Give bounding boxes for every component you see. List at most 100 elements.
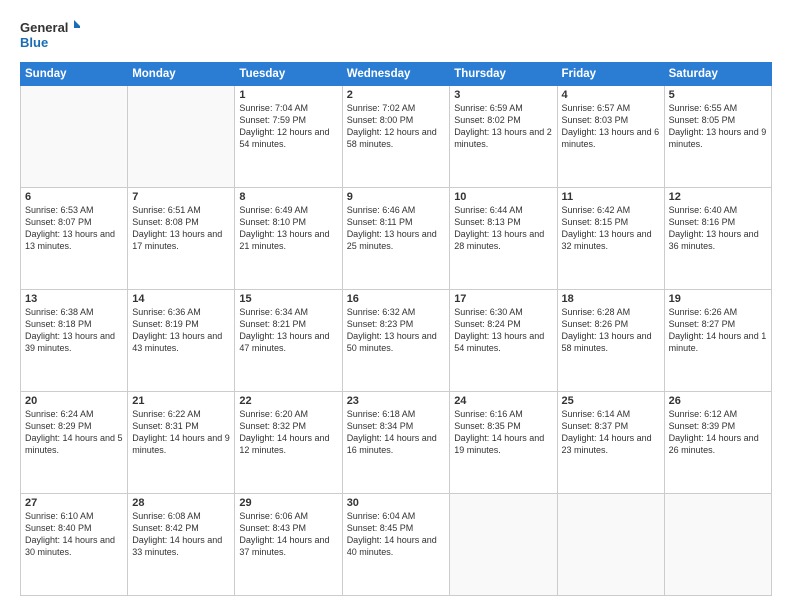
calendar-cell: [557, 494, 664, 596]
calendar-cell: 11Sunrise: 6:42 AM Sunset: 8:15 PM Dayli…: [557, 188, 664, 290]
day-number: 6: [25, 191, 123, 203]
calendar-cell: 14Sunrise: 6:36 AM Sunset: 8:19 PM Dayli…: [128, 290, 235, 392]
calendar-cell: 1Sunrise: 7:04 AM Sunset: 7:59 PM Daylig…: [235, 86, 342, 188]
calendar-week-row: 1Sunrise: 7:04 AM Sunset: 7:59 PM Daylig…: [21, 86, 772, 188]
day-number: 16: [347, 293, 446, 305]
day-info: Sunrise: 6:08 AM Sunset: 8:42 PM Dayligh…: [132, 510, 230, 559]
day-number: 11: [562, 191, 660, 203]
calendar-cell: 27Sunrise: 6:10 AM Sunset: 8:40 PM Dayli…: [21, 494, 128, 596]
day-of-week-header: Sunday: [21, 63, 128, 86]
day-of-week-header: Thursday: [450, 63, 557, 86]
day-number: 13: [25, 293, 123, 305]
day-number: 27: [25, 497, 123, 509]
day-of-week-header: Monday: [128, 63, 235, 86]
day-info: Sunrise: 6:12 AM Sunset: 8:39 PM Dayligh…: [669, 408, 767, 457]
day-info: Sunrise: 6:46 AM Sunset: 8:11 PM Dayligh…: [347, 204, 446, 253]
calendar-cell: 7Sunrise: 6:51 AM Sunset: 8:08 PM Daylig…: [128, 188, 235, 290]
day-number: 28: [132, 497, 230, 509]
day-of-week-header: Friday: [557, 63, 664, 86]
day-number: 14: [132, 293, 230, 305]
day-number: 5: [669, 89, 767, 101]
calendar-cell: [21, 86, 128, 188]
day-info: Sunrise: 6:24 AM Sunset: 8:29 PM Dayligh…: [25, 408, 123, 457]
day-info: Sunrise: 6:59 AM Sunset: 8:02 PM Dayligh…: [454, 102, 552, 151]
day-number: 22: [239, 395, 337, 407]
day-number: 8: [239, 191, 337, 203]
day-info: Sunrise: 6:34 AM Sunset: 8:21 PM Dayligh…: [239, 306, 337, 355]
day-number: 10: [454, 191, 552, 203]
day-info: Sunrise: 6:28 AM Sunset: 8:26 PM Dayligh…: [562, 306, 660, 355]
calendar-cell: 15Sunrise: 6:34 AM Sunset: 8:21 PM Dayli…: [235, 290, 342, 392]
calendar-cell: 20Sunrise: 6:24 AM Sunset: 8:29 PM Dayli…: [21, 392, 128, 494]
calendar-cell: 24Sunrise: 6:16 AM Sunset: 8:35 PM Dayli…: [450, 392, 557, 494]
calendar-table: SundayMondayTuesdayWednesdayThursdayFrid…: [20, 62, 772, 596]
calendar-cell: 12Sunrise: 6:40 AM Sunset: 8:16 PM Dayli…: [664, 188, 771, 290]
day-of-week-header: Wednesday: [342, 63, 450, 86]
day-info: Sunrise: 6:22 AM Sunset: 8:31 PM Dayligh…: [132, 408, 230, 457]
day-info: Sunrise: 6:53 AM Sunset: 8:07 PM Dayligh…: [25, 204, 123, 253]
day-info: Sunrise: 6:51 AM Sunset: 8:08 PM Dayligh…: [132, 204, 230, 253]
day-info: Sunrise: 6:32 AM Sunset: 8:23 PM Dayligh…: [347, 306, 446, 355]
day-info: Sunrise: 6:18 AM Sunset: 8:34 PM Dayligh…: [347, 408, 446, 457]
header: General Blue: [20, 16, 772, 52]
day-info: Sunrise: 7:02 AM Sunset: 8:00 PM Dayligh…: [347, 102, 446, 151]
day-number: 19: [669, 293, 767, 305]
calendar-cell: 19Sunrise: 6:26 AM Sunset: 8:27 PM Dayli…: [664, 290, 771, 392]
day-info: Sunrise: 6:06 AM Sunset: 8:43 PM Dayligh…: [239, 510, 337, 559]
day-number: 3: [454, 89, 552, 101]
calendar-header-row: SundayMondayTuesdayWednesdayThursdayFrid…: [21, 63, 772, 86]
calendar-cell: 13Sunrise: 6:38 AM Sunset: 8:18 PM Dayli…: [21, 290, 128, 392]
svg-text:General: General: [20, 20, 68, 35]
day-info: Sunrise: 6:26 AM Sunset: 8:27 PM Dayligh…: [669, 306, 767, 355]
calendar-cell: 9Sunrise: 6:46 AM Sunset: 8:11 PM Daylig…: [342, 188, 450, 290]
day-number: 18: [562, 293, 660, 305]
day-info: Sunrise: 6:40 AM Sunset: 8:16 PM Dayligh…: [669, 204, 767, 253]
calendar-week-row: 13Sunrise: 6:38 AM Sunset: 8:18 PM Dayli…: [21, 290, 772, 392]
calendar-cell: 6Sunrise: 6:53 AM Sunset: 8:07 PM Daylig…: [21, 188, 128, 290]
day-number: 9: [347, 191, 446, 203]
day-number: 15: [239, 293, 337, 305]
logo-svg: General Blue: [20, 16, 80, 52]
day-number: 17: [454, 293, 552, 305]
day-info: Sunrise: 6:20 AM Sunset: 8:32 PM Dayligh…: [239, 408, 337, 457]
calendar-cell: 5Sunrise: 6:55 AM Sunset: 8:05 PM Daylig…: [664, 86, 771, 188]
day-info: Sunrise: 6:49 AM Sunset: 8:10 PM Dayligh…: [239, 204, 337, 253]
calendar-cell: 30Sunrise: 6:04 AM Sunset: 8:45 PM Dayli…: [342, 494, 450, 596]
calendar-cell: 21Sunrise: 6:22 AM Sunset: 8:31 PM Dayli…: [128, 392, 235, 494]
calendar-week-row: 20Sunrise: 6:24 AM Sunset: 8:29 PM Dayli…: [21, 392, 772, 494]
day-info: Sunrise: 6:04 AM Sunset: 8:45 PM Dayligh…: [347, 510, 446, 559]
day-number: 2: [347, 89, 446, 101]
calendar-cell: [664, 494, 771, 596]
calendar-cell: 2Sunrise: 7:02 AM Sunset: 8:00 PM Daylig…: [342, 86, 450, 188]
day-number: 24: [454, 395, 552, 407]
calendar-cell: 26Sunrise: 6:12 AM Sunset: 8:39 PM Dayli…: [664, 392, 771, 494]
calendar-cell: 18Sunrise: 6:28 AM Sunset: 8:26 PM Dayli…: [557, 290, 664, 392]
day-number: 1: [239, 89, 337, 101]
day-number: 29: [239, 497, 337, 509]
day-of-week-header: Tuesday: [235, 63, 342, 86]
day-info: Sunrise: 7:04 AM Sunset: 7:59 PM Dayligh…: [239, 102, 337, 151]
calendar-cell: 28Sunrise: 6:08 AM Sunset: 8:42 PM Dayli…: [128, 494, 235, 596]
day-number: 30: [347, 497, 446, 509]
day-number: 20: [25, 395, 123, 407]
calendar-cell: 22Sunrise: 6:20 AM Sunset: 8:32 PM Dayli…: [235, 392, 342, 494]
calendar-cell: 16Sunrise: 6:32 AM Sunset: 8:23 PM Dayli…: [342, 290, 450, 392]
day-number: 25: [562, 395, 660, 407]
day-info: Sunrise: 6:14 AM Sunset: 8:37 PM Dayligh…: [562, 408, 660, 457]
calendar-cell: 4Sunrise: 6:57 AM Sunset: 8:03 PM Daylig…: [557, 86, 664, 188]
calendar-cell: 29Sunrise: 6:06 AM Sunset: 8:43 PM Dayli…: [235, 494, 342, 596]
day-number: 21: [132, 395, 230, 407]
day-info: Sunrise: 6:36 AM Sunset: 8:19 PM Dayligh…: [132, 306, 230, 355]
day-info: Sunrise: 6:44 AM Sunset: 8:13 PM Dayligh…: [454, 204, 552, 253]
day-info: Sunrise: 6:10 AM Sunset: 8:40 PM Dayligh…: [25, 510, 123, 559]
day-info: Sunrise: 6:16 AM Sunset: 8:35 PM Dayligh…: [454, 408, 552, 457]
day-info: Sunrise: 6:42 AM Sunset: 8:15 PM Dayligh…: [562, 204, 660, 253]
day-number: 7: [132, 191, 230, 203]
calendar-week-row: 6Sunrise: 6:53 AM Sunset: 8:07 PM Daylig…: [21, 188, 772, 290]
day-number: 12: [669, 191, 767, 203]
day-number: 26: [669, 395, 767, 407]
day-info: Sunrise: 6:38 AM Sunset: 8:18 PM Dayligh…: [25, 306, 123, 355]
calendar-cell: 10Sunrise: 6:44 AM Sunset: 8:13 PM Dayli…: [450, 188, 557, 290]
calendar-cell: 8Sunrise: 6:49 AM Sunset: 8:10 PM Daylig…: [235, 188, 342, 290]
calendar-cell: [128, 86, 235, 188]
